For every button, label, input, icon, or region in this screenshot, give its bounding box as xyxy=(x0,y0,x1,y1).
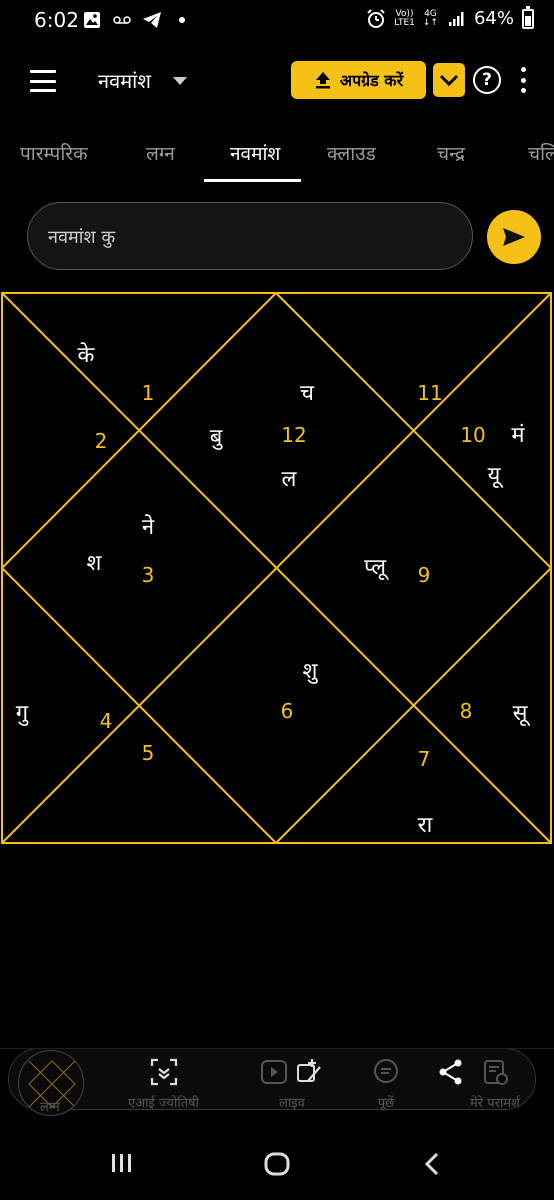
nav-ask[interactable]: पूछें xyxy=(371,1057,401,1111)
nav-live-label: लाइव xyxy=(279,1096,305,1111)
planet-moon: च xyxy=(300,381,315,406)
tab-lagna[interactable]: लग्न xyxy=(146,140,175,166)
upload-icon xyxy=(315,72,330,89)
status-time: 6:02 xyxy=(34,8,79,32)
expand-chevron-button[interactable] xyxy=(433,63,465,97)
house-number-3: 3 xyxy=(142,563,155,587)
planet-uranus: यू xyxy=(488,463,504,489)
nav-consultations-label: मेरे परामर्श xyxy=(470,1096,520,1111)
house-number-4: 4 xyxy=(100,709,113,733)
planet-mercury: बु xyxy=(210,425,224,450)
more-options-icon[interactable] xyxy=(519,67,527,93)
search-input[interactable] xyxy=(48,223,448,251)
volte-indicator: Vo)) LTE1 xyxy=(394,8,415,28)
chart-grid xyxy=(0,292,553,844)
search-field[interactable] xyxy=(27,202,473,270)
nav-ai-astrologer[interactable]: एआई ज्योतिषी xyxy=(128,1057,199,1111)
house-number-5: 5 xyxy=(142,741,155,765)
north-indian-chart-svg: 1 2 3 4 5 6 7 8 9 10 11 12 के ने श गु शु… xyxy=(0,292,553,844)
planet-saturn: श xyxy=(87,551,103,576)
planet-ketu: के xyxy=(78,342,96,368)
battery-icon xyxy=(522,5,534,29)
hamburger-menu-icon[interactable] xyxy=(30,70,56,92)
gallery-icon xyxy=(82,10,102,30)
signal-icon xyxy=(446,9,466,29)
house-number-6: 6 xyxy=(281,699,294,723)
upgrade-label: अपग्रेड करें xyxy=(339,71,404,90)
voicemail-icon xyxy=(112,10,132,30)
nav-ai-label: एआई ज्योतिषी xyxy=(128,1096,199,1111)
planet-venus: शु xyxy=(303,659,319,684)
tab-navamsha[interactable]: नवमांश xyxy=(230,140,280,166)
system-navigation-bar xyxy=(0,1130,554,1200)
nav-share[interactable] xyxy=(436,1057,466,1087)
planet-lagna: ल xyxy=(282,467,298,492)
dot-icon xyxy=(172,10,192,30)
bottom-navigation: लग्न एआई ज्योतिषी लाइव पूछें मेरे परामर्… xyxy=(0,1048,554,1118)
recent-apps-icon[interactable] xyxy=(110,1152,134,1178)
chevron-down-icon xyxy=(439,74,459,87)
planet-pluto: प्लू xyxy=(364,555,389,581)
send-button[interactable] xyxy=(487,210,541,264)
status-notification-icons xyxy=(82,10,192,30)
house-number-10: 10 xyxy=(460,423,485,447)
tab-traditional[interactable]: पारम्परिक xyxy=(20,140,88,166)
dropdown-caret-icon xyxy=(172,76,187,85)
app-bar: नवमांश अपग्रेड करें ? xyxy=(0,56,554,106)
chart-tabs: पारम्परिक लग्न नवमांश क्लाउड चन्द्र चलि xyxy=(0,130,554,184)
live-video-icon xyxy=(260,1057,324,1087)
telegram-icon xyxy=(142,10,162,30)
planet-jupiter: गु xyxy=(16,701,29,726)
share-icon xyxy=(436,1057,466,1087)
nav-live[interactable]: लाइव xyxy=(260,1057,324,1111)
network-gen-indicator: 4G ↓↑ xyxy=(422,8,438,28)
back-icon[interactable] xyxy=(424,1152,440,1180)
battery-percent: 64% xyxy=(473,8,514,29)
house-number-11: 11 xyxy=(417,381,442,405)
house-number-7: 7 xyxy=(418,747,431,771)
planet-mars: मं xyxy=(511,423,525,448)
chart-view-label: नवमांश xyxy=(98,69,151,93)
tab-chalit[interactable]: चलि xyxy=(528,140,554,166)
planet-sun: सू xyxy=(513,701,531,727)
navamsha-chart[interactable]: 1 2 3 4 5 6 7 8 9 10 11 12 के ने श गु शु… xyxy=(0,292,554,844)
status-bar: 6:02 Vo)) LTE1 4G ↓↑ 64% xyxy=(0,0,554,42)
house-number-1: 1 xyxy=(142,381,155,405)
nav-lagna[interactable]: लग्न xyxy=(40,1091,60,1115)
ai-scan-icon xyxy=(149,1057,179,1087)
house-number-8: 8 xyxy=(460,699,473,723)
active-tab-indicator xyxy=(204,179,301,182)
consultation-icon xyxy=(480,1057,510,1087)
chat-bubble-icon xyxy=(371,1057,401,1087)
tab-chandra[interactable]: चन्द्र xyxy=(437,140,465,166)
alarm-icon xyxy=(366,8,386,29)
home-icon[interactable] xyxy=(264,1152,290,1180)
planet-rahu: रा xyxy=(418,813,433,838)
help-icon[interactable]: ? xyxy=(473,66,501,94)
nav-ask-label: पूछें xyxy=(377,1096,395,1111)
house-number-12: 12 xyxy=(281,423,306,447)
planet-neptune: ने xyxy=(142,514,155,540)
nav-consultations[interactable]: मेरे परामर्श xyxy=(470,1057,520,1111)
tab-cloud[interactable]: क्लाउड xyxy=(327,140,376,166)
house-number-2: 2 xyxy=(95,429,108,453)
house-number-9: 9 xyxy=(418,563,431,587)
upgrade-button[interactable]: अपग्रेड करें xyxy=(291,61,426,99)
status-system-icons: Vo)) LTE1 4G ↓↑ 64% xyxy=(366,5,534,29)
send-icon xyxy=(503,228,525,246)
nav-lagna-label: लग्न xyxy=(40,1100,60,1115)
chart-view-dropdown[interactable]: नवमांश xyxy=(98,67,187,94)
